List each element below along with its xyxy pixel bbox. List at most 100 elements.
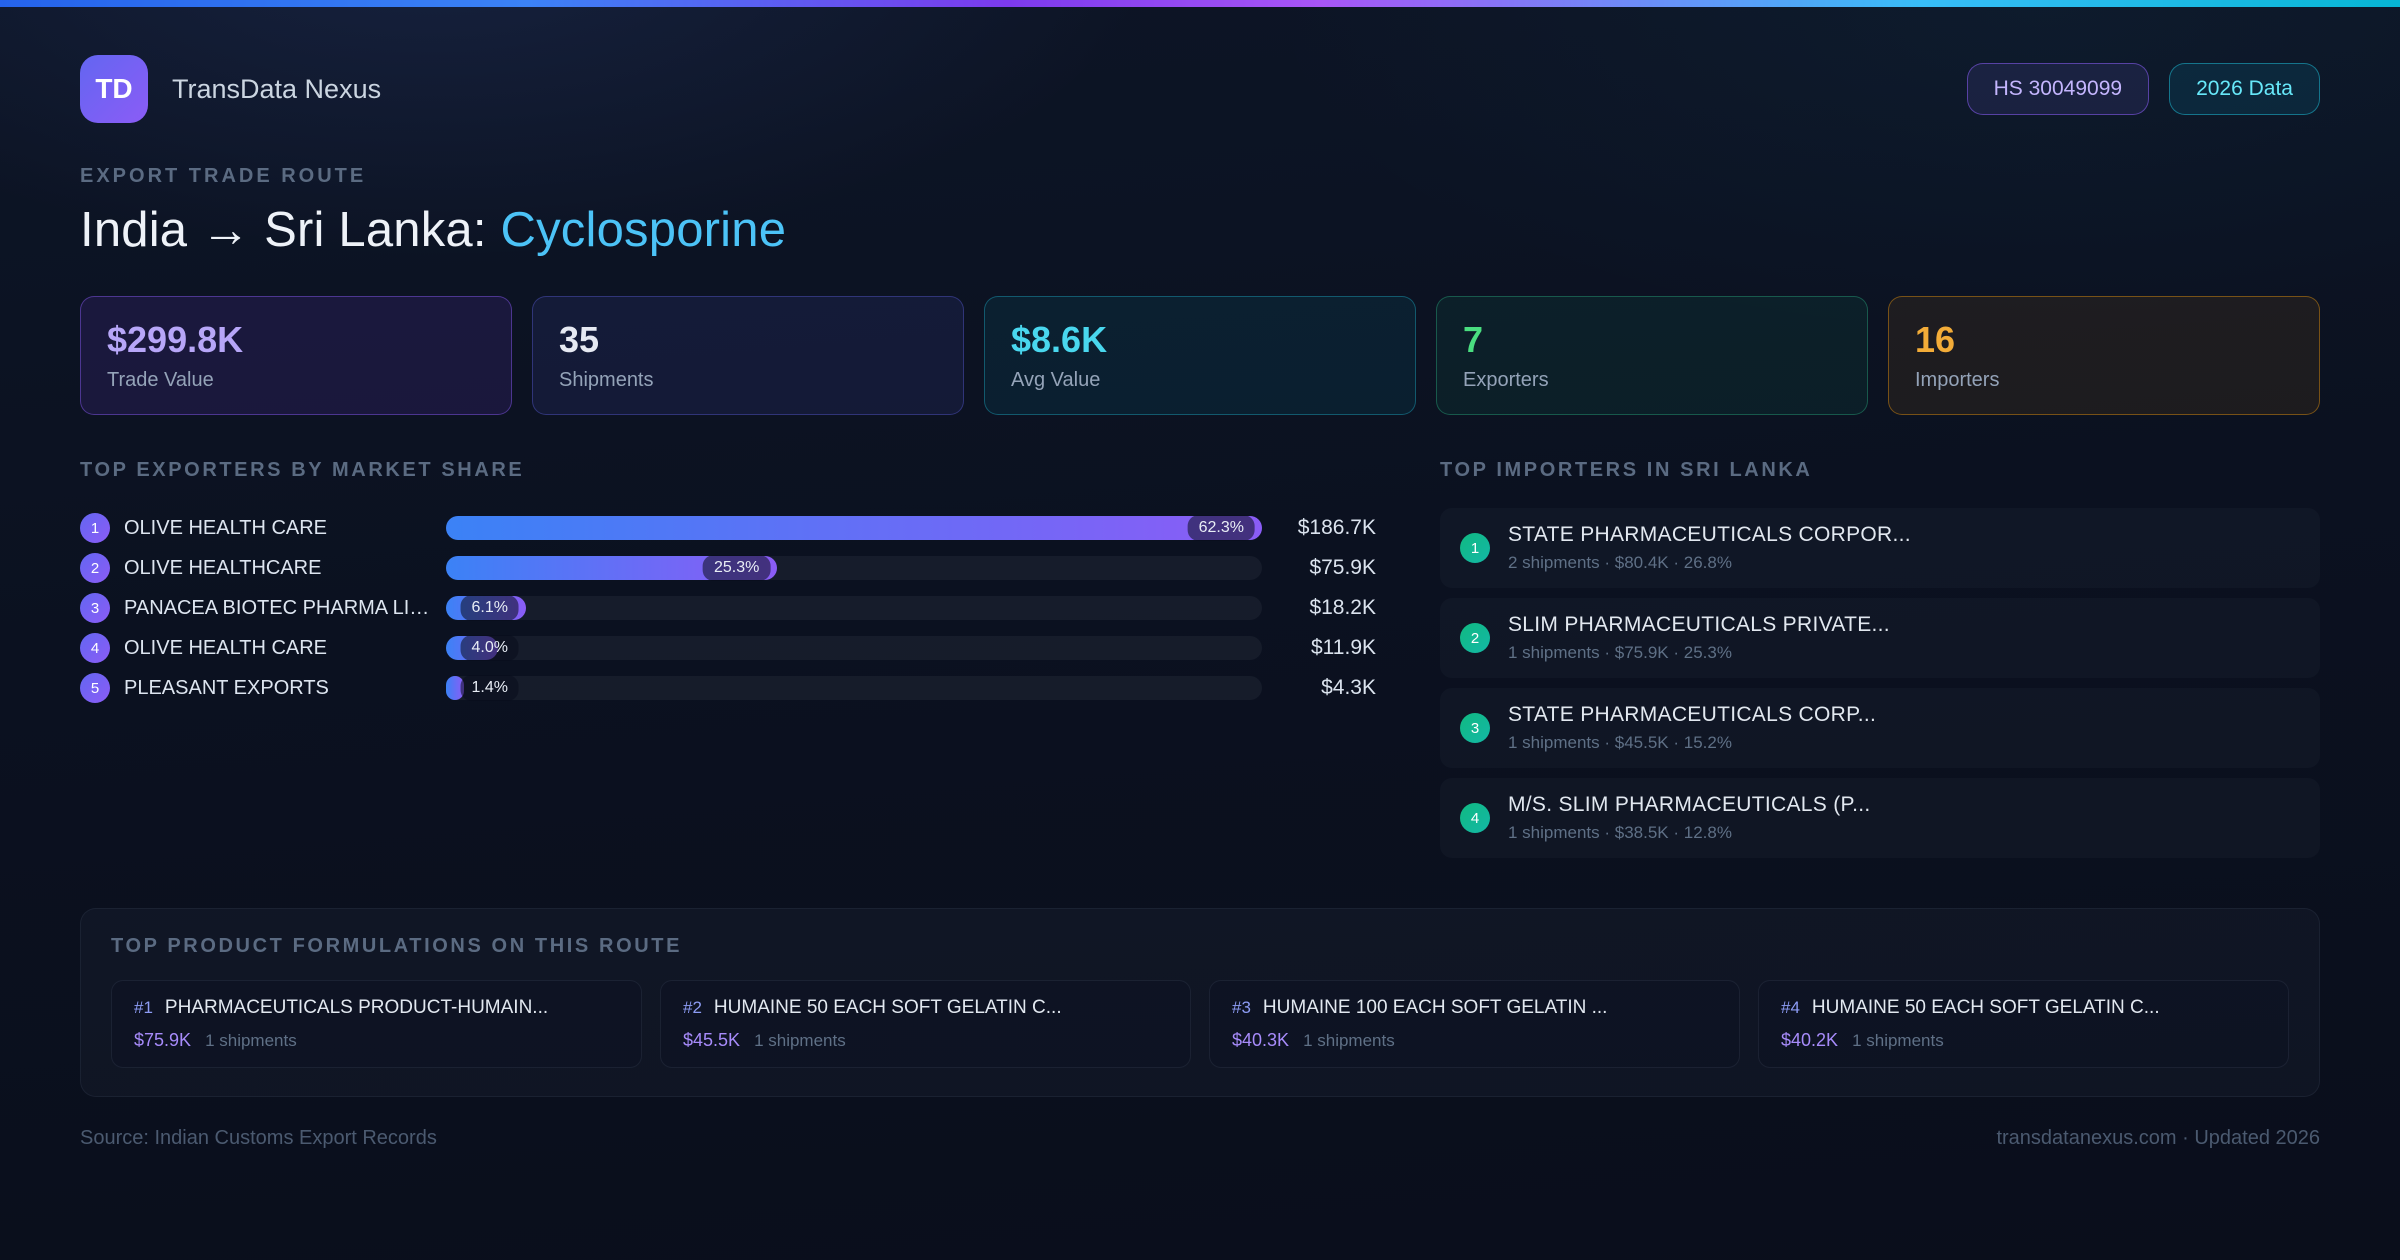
stat-value: $8.6K <box>1011 319 1108 360</box>
exporter-row[interactable]: 2 OLIVE HEALTHCARE 25.3% $75.9K <box>80 548 1376 588</box>
importer-text: STATE PHARMACEUTICALS CORPOR... 2 shipme… <box>1508 523 1911 573</box>
rank-badge: 5 <box>80 673 110 703</box>
importer-meta: 2 shipments · $80.4K · 26.8% <box>1508 553 1732 572</box>
market-share-bar: 62.3% <box>446 515 1262 541</box>
product-card-stats: $40.3K 1 shipments <box>1232 1030 1717 1051</box>
product-rank: #3 <box>1232 998 1251 1017</box>
rank-badge: 1 <box>80 513 110 543</box>
eyebrow-label: EXPORT TRADE ROUTE <box>80 165 367 187</box>
accent-gradient-stripe <box>0 0 2400 7</box>
market-share-percent: 25.3% <box>703 555 771 581</box>
content-columns: TOP EXPORTERS BY MARKET SHARE 1 OLIVE HE… <box>80 459 2320 868</box>
exporter-value: $75.9K <box>1309 556 1376 579</box>
product-card-stats: $75.9K 1 shipments <box>134 1030 619 1051</box>
product-rank: #2 <box>683 998 702 1017</box>
market-share-percent: 62.3% <box>1187 515 1255 541</box>
importers-section: TOP IMPORTERS IN SRI LANKA 1 STATE PHARM… <box>1440 459 2320 868</box>
exporters-section-title: TOP EXPORTERS BY MARKET SHARE <box>80 459 525 481</box>
rank-badge: 3 <box>80 593 110 623</box>
footer-source: Source: Indian Customs Export Records <box>80 1127 437 1149</box>
importer-row[interactable]: 3 STATE PHARMACEUTICALS CORP... 1 shipme… <box>1440 688 2320 768</box>
exporter-name: OLIVE HEALTH CARE <box>124 516 328 539</box>
product-card-header: #2 HUMAINE 50 EACH SOFT GELATIN C... <box>683 997 1168 1019</box>
product-name: HUMAINE 100 EACH SOFT GELATIN ... <box>1262 997 1608 1018</box>
product-name: HUMAINE 50 EACH SOFT GELATIN C... <box>1811 997 2160 1018</box>
rank-badge: 2 <box>1460 623 1490 653</box>
importer-meta: 1 shipments · $75.9K · 25.3% <box>1508 643 1732 662</box>
exporter-row[interactable]: 3 PANACEA BIOTEC PHARMA LIMI... 6.1% $18… <box>80 588 1376 628</box>
stats-row: $299.8K Trade Value 35 Shipments $8.6K A… <box>80 296 2320 415</box>
importer-row[interactable]: 4 M/S. SLIM PHARMACEUTICALS (P... 1 ship… <box>1440 778 2320 858</box>
product-value: $45.5K <box>683 1030 741 1050</box>
product-name: HUMAINE 50 EACH SOFT GELATIN C... <box>713 997 1062 1018</box>
year-data-badge[interactable]: 2026 Data <box>2169 63 2320 115</box>
product-shipments: 1 shipments <box>1303 1031 1395 1050</box>
stat-label: Shipments <box>559 369 654 391</box>
exporter-row[interactable]: 1 OLIVE HEALTH CARE 62.3% $186.7K <box>80 508 1376 548</box>
exporter-row[interactable]: 4 OLIVE HEALTH CARE 4.0% $11.9K <box>80 628 1376 668</box>
product-value: $75.9K <box>134 1030 192 1050</box>
importer-name: STATE PHARMACEUTICALS CORPOR... <box>1508 523 1911 546</box>
rank-badge: 4 <box>1460 803 1490 833</box>
market-share-bar: 25.3% <box>446 555 1262 581</box>
stat-label: Exporters <box>1463 369 1549 391</box>
market-share-bar: 4.0% <box>446 635 1262 661</box>
product-rank: #4 <box>1781 998 1800 1017</box>
dashboard-page: TD TransData Nexus HS 30049099 2026 Data… <box>0 7 2400 1260</box>
stat-value: $299.8K <box>107 319 244 360</box>
exporter-value: $4.3K <box>1321 676 1376 699</box>
exporter-name: PANACEA BIOTEC PHARMA LIMI... <box>124 596 432 619</box>
product-value: $40.2K <box>1781 1030 1839 1050</box>
brand: TD TransData Nexus <box>80 55 381 123</box>
page-title: India → Sri Lanka: Cyclosporine <box>80 202 2320 258</box>
stat-value: 7 <box>1463 319 1484 360</box>
product-shipments: 1 shipments <box>1852 1031 1944 1050</box>
stat-value: 35 <box>559 319 600 360</box>
product-card[interactable]: #4 HUMAINE 50 EACH SOFT GELATIN C... $40… <box>1758 980 2289 1068</box>
product-card[interactable]: #1 PHARMACEUTICALS PRODUCT-HUMAIN... $75… <box>111 980 642 1068</box>
importer-meta: 1 shipments · $45.5K · 15.2% <box>1508 733 1732 752</box>
importer-row[interactable]: 1 STATE PHARMACEUTICALS CORPOR... 2 ship… <box>1440 508 2320 588</box>
stat-card-importers: 16 Importers <box>1888 296 2320 415</box>
product-card-header: #1 PHARMACEUTICALS PRODUCT-HUMAIN... <box>134 997 619 1019</box>
market-share-percent: 4.0% <box>460 635 519 661</box>
rank-badge: 3 <box>1460 713 1490 743</box>
product-shipments: 1 shipments <box>754 1031 846 1050</box>
stat-card-avg-value: $8.6K Avg Value <box>984 296 1416 415</box>
products-panel: TOP PRODUCT FORMULATIONS ON THIS ROUTE #… <box>80 908 2320 1097</box>
product-name-highlight: Cyclosporine <box>500 203 787 257</box>
hs-code-badge[interactable]: HS 30049099 <box>1966 63 2150 115</box>
exporter-name: OLIVE HEALTH CARE <box>124 636 328 659</box>
market-share-bar: 1.4% <box>446 675 1262 701</box>
header: TD TransData Nexus HS 30049099 2026 Data <box>80 55 2320 123</box>
exporter-value: $11.9K <box>1311 636 1376 659</box>
exporter-value: $18.2K <box>1309 596 1376 619</box>
importer-text: M/S. SLIM PHARMACEUTICALS (P... 1 shipme… <box>1508 793 1871 843</box>
product-card-header: #3 HUMAINE 100 EACH SOFT GELATIN ... <box>1232 997 1717 1019</box>
footer: Source: Indian Customs Export Records tr… <box>80 1127 2320 1150</box>
product-name: PHARMACEUTICALS PRODUCT-HUMAIN... <box>164 997 549 1018</box>
product-card-header: #4 HUMAINE 50 EACH SOFT GELATIN C... <box>1781 997 2266 1019</box>
importer-name: M/S. SLIM PHARMACEUTICALS (P... <box>1508 793 1871 816</box>
exporters-section: TOP EXPORTERS BY MARKET SHARE 1 OLIVE HE… <box>80 459 1376 868</box>
product-rank: #1 <box>134 998 153 1017</box>
rank-badge: 2 <box>80 553 110 583</box>
stat-card-shipments: 35 Shipments <box>532 296 964 415</box>
importers-section-title: TOP IMPORTERS IN SRI LANKA <box>1440 459 1813 481</box>
product-card-stats: $45.5K 1 shipments <box>683 1030 1168 1051</box>
importer-meta: 1 shipments · $38.5K · 12.8% <box>1508 823 1732 842</box>
app-logo: TD <box>80 55 148 123</box>
stat-label: Importers <box>1915 369 2000 391</box>
importer-row[interactable]: 2 SLIM PHARMACEUTICALS PRIVATE... 1 ship… <box>1440 598 2320 678</box>
importer-name: SLIM PHARMACEUTICALS PRIVATE... <box>1508 613 1890 636</box>
rank-badge: 1 <box>1460 533 1490 563</box>
route-title-text: India → Sri Lanka: <box>80 203 501 257</box>
exporter-row[interactable]: 5 PLEASANT EXPORTS 1.4% $4.3K <box>80 668 1376 708</box>
importer-text: STATE PHARMACEUTICALS CORP... 1 shipment… <box>1508 703 1876 753</box>
exporter-name: OLIVE HEALTHCARE <box>124 556 322 579</box>
product-card[interactable]: #2 HUMAINE 50 EACH SOFT GELATIN C... $45… <box>660 980 1191 1068</box>
product-card[interactable]: #3 HUMAINE 100 EACH SOFT GELATIN ... $40… <box>1209 980 1740 1068</box>
market-share-percent: 1.4% <box>460 675 519 701</box>
rank-badge: 4 <box>80 633 110 663</box>
products-section-title: TOP PRODUCT FORMULATIONS ON THIS ROUTE <box>111 935 683 957</box>
